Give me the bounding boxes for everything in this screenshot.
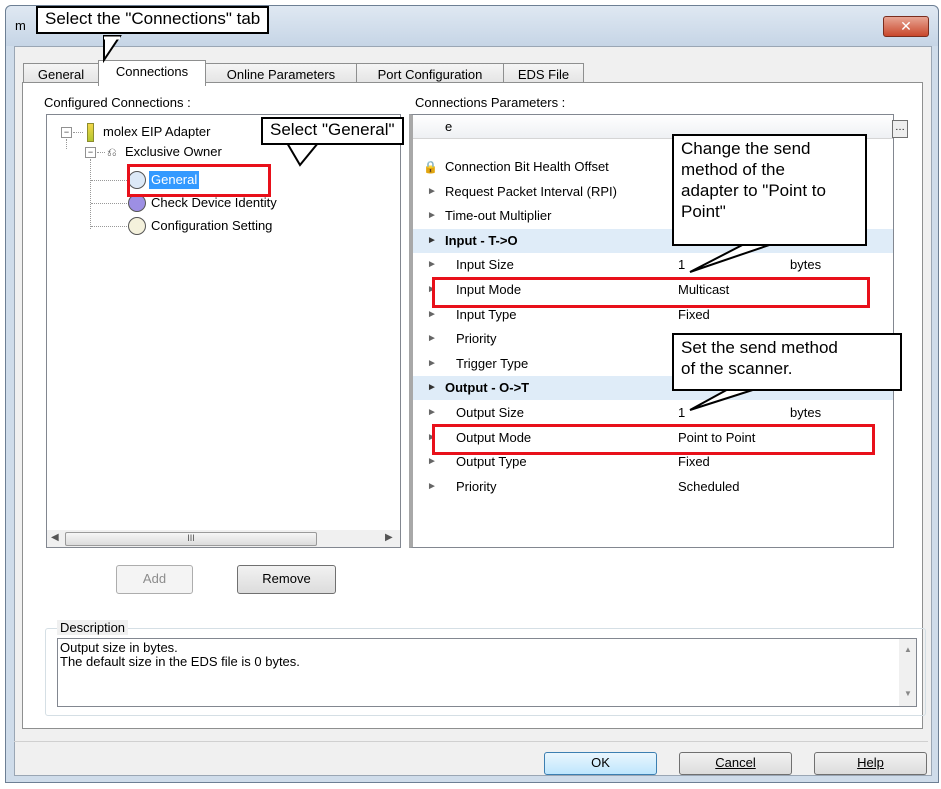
adapter-callout-line: method of the (681, 160, 785, 179)
scanner-callout-line: of the scanner. (681, 359, 793, 378)
highlight-output-mode (432, 424, 875, 455)
scanner-callout-line: Set the send method (681, 338, 838, 357)
tab-callout: Select the "Connections" tab (36, 6, 270, 34)
highlight-general (127, 164, 271, 197)
adapter-callout-line: Point" (681, 202, 726, 221)
general-callout: Select "General" (261, 117, 404, 145)
adapter-callout-line: Change the send (681, 139, 811, 158)
highlight-input-mode (432, 277, 870, 308)
scanner-callout: Set the send method of the scanner. (672, 333, 902, 391)
adapter-callout-line: adapter to "Point to (681, 181, 826, 200)
adapter-callout: Change the send method of the adapter to… (672, 134, 867, 246)
callout-pointers (103, 35, 785, 411)
